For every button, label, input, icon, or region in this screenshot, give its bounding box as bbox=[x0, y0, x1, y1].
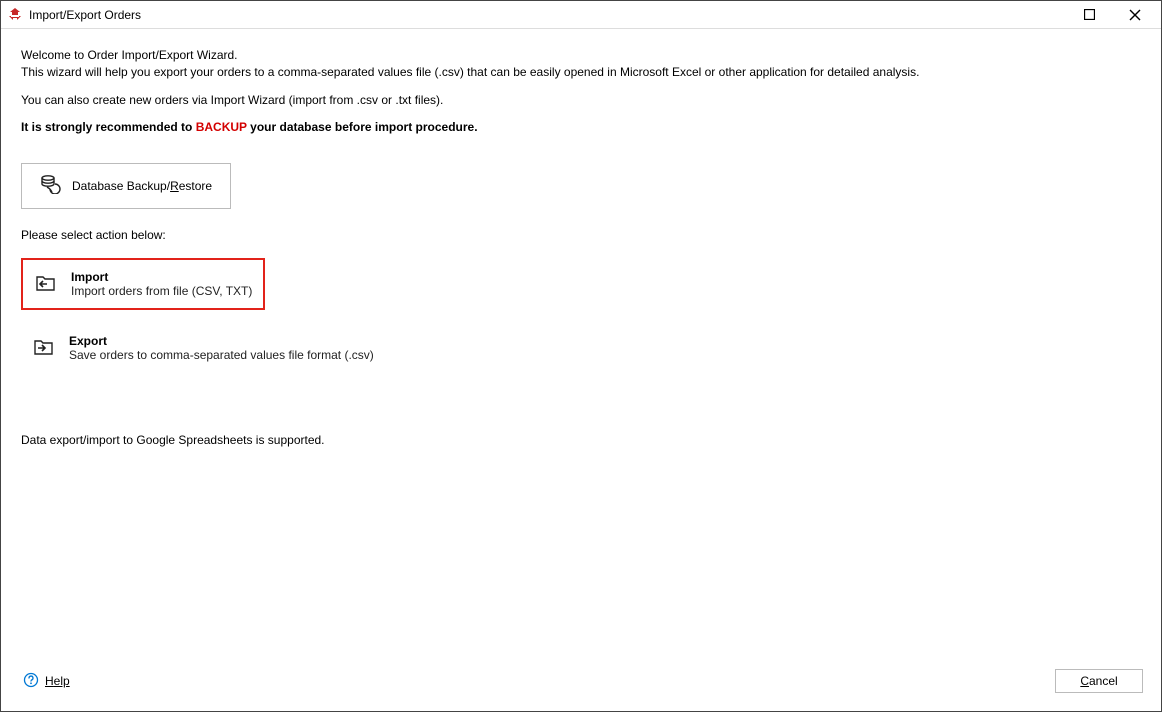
import-export-window: Import/Export Orders Welcome to Order Im… bbox=[0, 0, 1162, 712]
import-desc: Import orders from file (CSV, TXT) bbox=[71, 284, 252, 298]
import-icon bbox=[35, 273, 57, 295]
backup-word: BACKUP bbox=[196, 120, 247, 134]
wizard-content: Welcome to Order Import/Export Wizard. T… bbox=[1, 29, 1161, 659]
intro-line-3: You can also create new orders via Impor… bbox=[21, 92, 1141, 109]
intro-block-2: You can also create new orders via Impor… bbox=[21, 92, 1141, 109]
window-controls bbox=[1075, 4, 1157, 26]
intro-line-2: This wizard will help you export your or… bbox=[21, 64, 1141, 81]
maximize-button[interactable] bbox=[1075, 4, 1103, 26]
intro-line-1: Welcome to Order Import/Export Wizard. bbox=[21, 47, 1141, 64]
backup-recommendation: It is strongly recommended to BACKUP you… bbox=[21, 119, 1141, 136]
import-title: Import bbox=[71, 270, 252, 284]
cancel-button[interactable]: Cancel bbox=[1055, 669, 1143, 693]
intro-block-1: Welcome to Order Import/Export Wizard. T… bbox=[21, 47, 1141, 82]
titlebar: Import/Export Orders bbox=[1, 1, 1161, 29]
database-restore-icon bbox=[40, 174, 62, 197]
select-action-label: Please select action below: bbox=[21, 227, 1141, 244]
backup-button-label: Database Backup/Restore bbox=[72, 179, 212, 193]
backup-prefix: It is strongly recommended to bbox=[21, 120, 196, 134]
help-label: Help bbox=[45, 674, 70, 688]
export-option[interactable]: Export Save orders to comma-separated va… bbox=[21, 324, 265, 372]
import-option[interactable]: Import Import orders from file (CSV, TXT… bbox=[21, 258, 265, 310]
close-button[interactable] bbox=[1121, 4, 1149, 26]
export-desc: Save orders to comma-separated values fi… bbox=[69, 348, 374, 362]
help-icon bbox=[23, 672, 39, 691]
intro-block-3: It is strongly recommended to BACKUP you… bbox=[21, 119, 1141, 136]
google-spreadsheets-note: Data export/import to Google Spreadsheet… bbox=[21, 432, 1141, 449]
window-title: Import/Export Orders bbox=[29, 8, 1075, 22]
app-icon bbox=[7, 7, 23, 23]
export-title: Export bbox=[69, 334, 374, 348]
database-backup-restore-button[interactable]: Database Backup/Restore bbox=[21, 163, 231, 209]
help-link[interactable]: Help bbox=[23, 672, 70, 691]
export-text: Export Save orders to comma-separated va… bbox=[69, 334, 374, 362]
backup-suffix: your database before import procedure. bbox=[247, 120, 478, 134]
import-text: Import Import orders from file (CSV, TXT… bbox=[71, 270, 252, 298]
export-icon bbox=[33, 337, 55, 359]
bottom-bar: Help Cancel bbox=[1, 659, 1161, 711]
